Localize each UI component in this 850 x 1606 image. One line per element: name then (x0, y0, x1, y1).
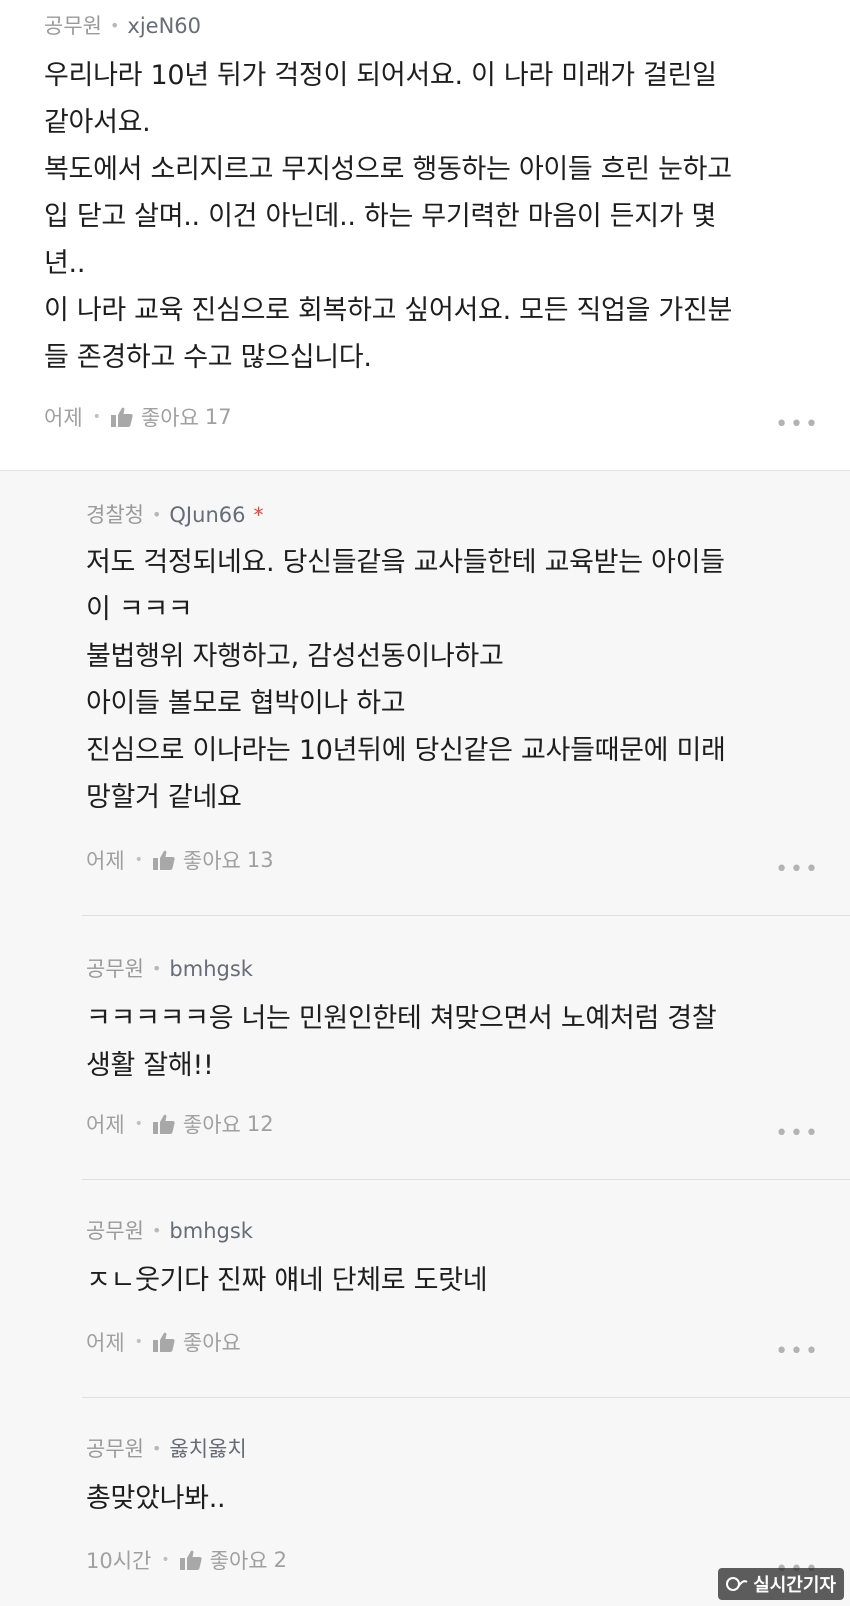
like-count: 17 (204, 405, 232, 429)
author-username[interactable]: bmhgsk (169, 955, 253, 983)
like-count: 13 (246, 848, 274, 872)
like-label: 좋아요 (182, 1331, 241, 1355)
like-label: 좋아요 (182, 849, 241, 873)
watermark-text: 실시간기자 (753, 1575, 836, 1596)
comment-actions: 어제 • 좋아요 12 (86, 1109, 274, 1139)
comment-body: ㅈㄴ웃기다 진짜 얘네 단체로 도랏네 (86, 1257, 488, 1304)
comment-line: ㅋㅋㅋㅋㅋ응 너는 민원인한테 쳐맞으면서 노예처럼 경찰 (86, 1003, 717, 1034)
comment-line: 총맞았나봐.. (86, 1483, 226, 1514)
meta-separator: • (134, 1334, 143, 1350)
comment-meta: 공무원 • 옳치옳치 (86, 1435, 247, 1463)
meta-separator: • (151, 505, 162, 524)
like-label: 좋아요 (182, 1113, 241, 1137)
watermark: 실시간기자 (718, 1568, 844, 1600)
comment-line: 망할거 같네요 (86, 782, 242, 813)
meta-separator: • (109, 16, 120, 35)
comment-actions: 어제 • 좋아요 17 (44, 402, 232, 432)
realtime-reporter-logo (726, 1577, 748, 1591)
reply-divider (82, 1179, 850, 1180)
author-username[interactable]: bmhgsk (169, 1217, 253, 1245)
comment-line: 같아서요. (44, 107, 151, 138)
like-button[interactable]: 좋아요 2 (179, 1545, 287, 1575)
author-org: 경찰청 (86, 503, 144, 527)
comment-meta: 공무원 • xjeN60 (44, 12, 201, 40)
meta-separator: • (134, 852, 143, 868)
thumbs-up-icon (152, 850, 175, 870)
comment-line: 아이들 볼모로 협박이나 하고 (86, 688, 406, 719)
meta-separator: • (161, 1552, 170, 1568)
like-button[interactable]: 좋아요 13 (152, 845, 274, 875)
meta-separator: • (151, 1439, 162, 1458)
comment-time: 어제 (86, 849, 125, 873)
meta-separator: • (134, 1116, 143, 1132)
comment-meta: 공무원 • bmhgsk (86, 1217, 253, 1245)
author-username[interactable]: xjeN60 (127, 12, 201, 40)
comment-line: 들 존경하고 수고 많으십니다. (44, 342, 372, 373)
author-org: 공무원 (86, 957, 144, 981)
comment-body: 총맞았나봐.. (86, 1475, 226, 1522)
comment-meta: 공무원 • bmhgsk (86, 955, 253, 983)
author-username[interactable]: 옳치옳치 (169, 1435, 246, 1463)
comment-body: 우리나라 10년 뒤가 걱정이 되어서요. 이 나라 미래가 걸린일 같아서요.… (44, 52, 732, 381)
like-count: 2 (273, 1548, 287, 1572)
meta-separator: • (151, 1221, 162, 1240)
author-org: 공무원 (86, 1219, 144, 1243)
like-label: 좋아요 (140, 406, 199, 430)
comment-time: 10시간 (86, 1549, 152, 1573)
meta-separator: • (92, 409, 101, 425)
thumbs-up-icon (110, 407, 133, 427)
comment-line: ㅈㄴ웃기다 진짜 얘네 단체로 도랏네 (86, 1265, 488, 1296)
thumbs-up-icon (179, 1550, 202, 1570)
comment-time: 어제 (86, 1331, 125, 1355)
author-username[interactable]: QJun66 (169, 501, 245, 529)
comment-line: 생활 잘해!! (86, 1050, 214, 1081)
meta-separator: • (151, 959, 162, 978)
comment-actions: 어제 • 좋아요 13 (86, 845, 274, 875)
like-label: 좋아요 (209, 1549, 268, 1573)
comment-body: 저도 걱정되네요. 당신들같읔 교사들한테 교육받는 아이들 이 ㅋㅋㅋ 불법행… (86, 539, 726, 821)
comment-thread: 공무원 • xjeN60 우리나라 10년 뒤가 걱정이 되어서요. 이 나라 … (0, 0, 850, 1606)
more-options-icon[interactable]: ••• (775, 1341, 820, 1363)
comment-line: 년.. (44, 248, 86, 279)
comment-actions: 어제 • 좋아요 (86, 1327, 241, 1357)
comment-time: 어제 (86, 1113, 125, 1137)
thumbs-up-icon (152, 1332, 175, 1352)
more-options-icon[interactable]: ••• (775, 859, 820, 881)
reply-divider (82, 915, 850, 916)
like-button[interactable]: 좋아요 12 (152, 1109, 274, 1139)
main-comment: 공무원 • xjeN60 우리나라 10년 뒤가 걱정이 되어서요. 이 나라 … (0, 0, 850, 471)
comment-line: 진심으로 이나라는 10년뒤에 당신같은 교사들때문에 미래 (86, 735, 726, 766)
reply-list: 경찰청 • QJun66 * 저도 걱정되네요. 당신들같읔 교사들한테 교육받… (0, 471, 850, 1606)
like-button[interactable]: 좋아요 17 (110, 402, 232, 432)
more-options-icon[interactable]: ••• (775, 1123, 820, 1145)
comment-line: 불법행위 자행하고, 감성선동이나하고 (86, 641, 504, 672)
comment-line: 이 ㅋㅋㅋ (86, 594, 193, 625)
more-options-icon[interactable]: ••• (775, 414, 820, 436)
like-count: 12 (246, 1112, 274, 1136)
comment-actions: 10시간 • 좋아요 2 (86, 1545, 287, 1575)
author-org: 공무원 (44, 14, 102, 38)
comment-time: 어제 (44, 406, 83, 430)
author-org: 공무원 (86, 1437, 144, 1461)
comment-line: 입 닫고 살며.. 이건 아닌데.. 하는 무기력한 마음이 든지가 몇 (44, 201, 717, 232)
reply-divider (82, 1397, 850, 1398)
like-button[interactable]: 좋아요 (152, 1327, 241, 1357)
comment-line: 복도에서 소리지르고 무지성으로 행동하는 아이들 흐린 눈하고 (44, 154, 732, 185)
thumbs-up-icon (152, 1114, 175, 1134)
comment-line: 저도 걱정되네요. 당신들같읔 교사들한테 교육받는 아이들 (86, 547, 725, 578)
comment-line: 이 나라 교육 진심으로 회복하고 싶어서요. 모든 직업을 가진분 (44, 295, 733, 326)
comment-meta: 경찰청 • QJun66 * (86, 501, 263, 529)
comment-line: 우리나라 10년 뒤가 걱정이 되어서요. 이 나라 미래가 걸린일 (44, 60, 717, 91)
best-badge: * (253, 503, 264, 527)
comment-body: ㅋㅋㅋㅋㅋ응 너는 민원인한테 쳐맞으면서 노예처럼 경찰 생활 잘해!! (86, 995, 717, 1089)
